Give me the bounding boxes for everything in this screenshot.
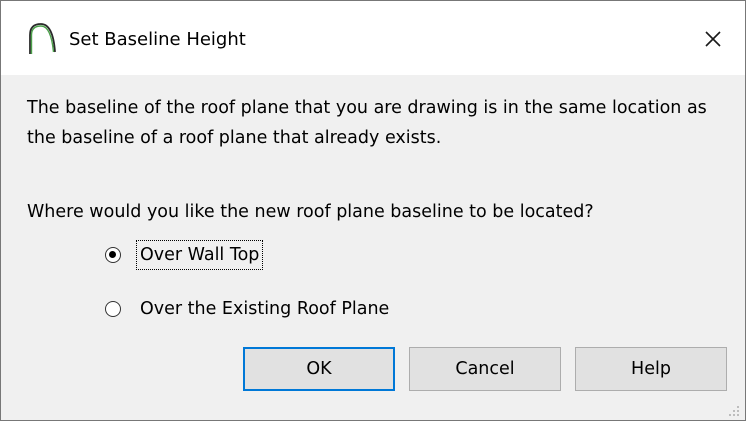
message-paragraph: The baseline of the roof plane that you … [27, 98, 707, 148]
ok-button[interactable]: OK [243, 347, 395, 391]
close-icon [705, 31, 721, 47]
close-button[interactable] [695, 21, 731, 57]
dialog-window: Set Baseline Height The baseline of the … [0, 0, 746, 421]
radio-unselected-icon[interactable] [105, 301, 121, 317]
cancel-button[interactable]: Cancel [409, 347, 561, 391]
resize-grip-icon[interactable] [727, 403, 741, 417]
roof-arc-icon [27, 21, 57, 55]
radio-selected-icon[interactable] [105, 247, 121, 263]
message-text: The baseline of the roof plane that you … [27, 93, 737, 153]
question-text: Where would you like the new roof plane … [27, 202, 594, 222]
dialog-title: Set Baseline Height [69, 29, 246, 50]
radio-label-over-wall-top[interactable]: Over Wall Top [135, 240, 264, 270]
radio-label-over-existing-roof-plane[interactable]: Over the Existing Roof Plane [137, 295, 392, 323]
title-bar[interactable]: Set Baseline Height [1, 1, 745, 75]
help-button[interactable]: Help [575, 347, 727, 391]
